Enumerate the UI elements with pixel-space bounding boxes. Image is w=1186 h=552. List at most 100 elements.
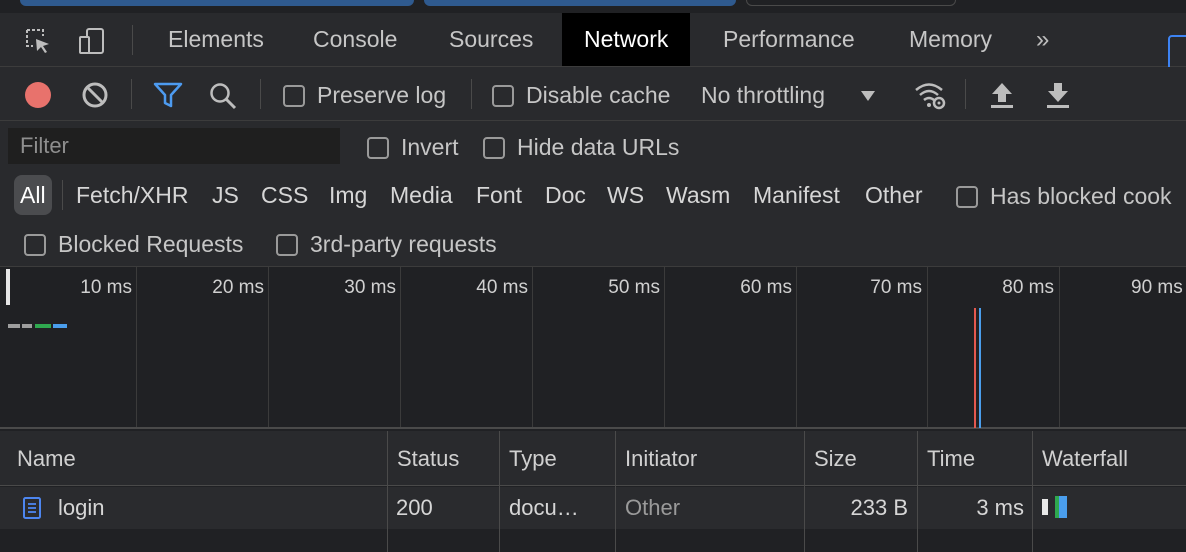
record-button[interactable] xyxy=(25,82,51,108)
disable-cache-checkbox[interactable]: Disable cache xyxy=(492,82,670,109)
checkbox[interactable] xyxy=(24,233,46,256)
table-row[interactable]: login 200 docu… Other 233 B 3 ms xyxy=(0,487,1186,529)
hide-data-urls-checkbox[interactable]: Hide data URLs xyxy=(483,134,679,161)
clear-button[interactable] xyxy=(81,81,109,109)
blocked-requests-label: Blocked Requests xyxy=(58,231,244,257)
more-tabs-button[interactable]: » xyxy=(1036,13,1049,66)
network-toolbar: Preserve log Disable cache No throttling xyxy=(0,67,1186,121)
tab-console[interactable]: Console xyxy=(291,13,419,66)
type-filter-media[interactable]: Media xyxy=(390,175,453,215)
blocked-requests-checkbox[interactable]: Blocked Requests xyxy=(24,231,243,258)
search-button[interactable] xyxy=(208,81,238,111)
tab-elements[interactable]: Elements xyxy=(146,13,286,66)
column-divider[interactable] xyxy=(1032,431,1033,552)
resource-type-filter: All Fetch/XHR JS CSS Img Media Font Doc … xyxy=(0,171,1186,219)
column-header-type[interactable]: Type xyxy=(500,431,557,486)
column-divider[interactable] xyxy=(615,431,616,552)
column-header-size[interactable]: Size xyxy=(805,431,857,486)
browser-tab[interactable] xyxy=(20,0,414,6)
download-icon xyxy=(1047,83,1069,108)
settings-badge-icon[interactable] xyxy=(1168,35,1186,71)
checkbox[interactable] xyxy=(492,84,514,107)
disable-cache-label: Disable cache xyxy=(526,82,671,108)
hide-data-urls-label: Hide data URLs xyxy=(517,134,680,160)
grid-line xyxy=(532,267,533,427)
column-header-waterfall[interactable]: Waterfall xyxy=(1033,431,1128,486)
network-overview-timeline[interactable]: 10 ms 20 ms 30 ms 40 ms 50 ms 60 ms 70 m… xyxy=(0,267,1186,429)
toolbar-separator xyxy=(965,79,966,109)
column-header-time[interactable]: Time xyxy=(918,431,975,486)
tab-sources[interactable]: Sources xyxy=(427,13,555,66)
type-filter-other[interactable]: Other xyxy=(865,175,923,215)
grid-line xyxy=(1059,267,1060,427)
request-bar-download xyxy=(53,324,67,328)
waterfall-bar-queue xyxy=(1042,499,1048,515)
type-filter-wasm[interactable]: Wasm xyxy=(666,175,730,215)
checkbox[interactable] xyxy=(956,185,978,208)
type-filter-manifest[interactable]: Manifest xyxy=(753,175,840,215)
import-har-button[interactable] xyxy=(989,81,1015,109)
type-filter-doc[interactable]: Doc xyxy=(545,175,586,215)
export-har-button[interactable] xyxy=(1045,81,1071,109)
network-conditions-button[interactable] xyxy=(913,79,947,111)
filter-toggle-button[interactable] xyxy=(153,81,183,109)
third-party-requests-checkbox[interactable]: 3rd-party requests xyxy=(276,231,497,258)
chevron-down-icon xyxy=(861,90,876,101)
third-party-requests-label: 3rd-party requests xyxy=(310,231,497,257)
tab-network[interactable]: Network xyxy=(562,13,691,66)
type-filter-img[interactable]: Img xyxy=(329,175,367,215)
request-waterfall-cell xyxy=(1034,487,1186,529)
column-header-status[interactable]: Status xyxy=(388,431,459,486)
checkbox[interactable] xyxy=(276,233,298,256)
tab-memory[interactable]: Memory xyxy=(887,13,1014,66)
type-filter-css[interactable]: CSS xyxy=(261,175,308,215)
type-filter-font[interactable]: Font xyxy=(476,175,522,215)
waterfall-bar-download xyxy=(1059,496,1067,518)
preserve-log-checkbox[interactable]: Preserve log xyxy=(283,82,446,109)
load-event-marker xyxy=(974,308,976,428)
request-name-cell[interactable]: login xyxy=(22,487,382,529)
throttling-select[interactable]: No throttling xyxy=(701,82,877,109)
request-time-cell: 3 ms xyxy=(976,495,1024,520)
device-toolbar-icon[interactable] xyxy=(76,25,108,57)
inspect-element-icon[interactable] xyxy=(22,25,54,57)
request-table: Name Status Type Initiator Size Time Wat… xyxy=(0,431,1186,552)
column-header-name[interactable]: Name xyxy=(8,431,76,486)
grid-line xyxy=(796,267,797,427)
search-icon xyxy=(210,83,237,110)
browser-tab[interactable] xyxy=(424,0,736,6)
overview-left-handle[interactable] xyxy=(6,269,10,305)
toolbar-separator xyxy=(260,79,261,109)
filter-input[interactable] xyxy=(8,128,340,164)
browser-tab-strip xyxy=(0,0,1186,10)
tick-label: 60 ms xyxy=(740,277,792,298)
request-bar-waiting xyxy=(8,324,20,328)
request-status-cell: 200 xyxy=(396,495,433,520)
column-header-initiator[interactable]: Initiator xyxy=(616,431,697,486)
column-divider[interactable] xyxy=(804,431,805,552)
type-filter-all[interactable]: All xyxy=(14,175,52,215)
checkbox[interactable] xyxy=(367,136,389,159)
tick-label: 10 ms xyxy=(80,277,132,298)
type-filter-js[interactable]: JS xyxy=(212,175,239,215)
column-divider[interactable] xyxy=(917,431,918,552)
wifi-settings-icon xyxy=(915,83,946,110)
checkbox[interactable] xyxy=(283,84,305,107)
grid-line xyxy=(927,267,928,427)
checkbox[interactable] xyxy=(483,136,505,159)
throttling-value: No throttling xyxy=(701,82,826,108)
blocked-filter-row: Blocked Requests 3rd-party requests xyxy=(0,219,1186,267)
tick-label: 50 ms xyxy=(608,277,660,298)
type-filter-ws[interactable]: WS xyxy=(607,175,644,215)
invert-checkbox[interactable]: Invert xyxy=(367,134,459,161)
type-separator xyxy=(62,180,63,210)
toolbar-separator xyxy=(471,79,472,109)
has-blocked-cookies-checkbox[interactable]: Has blocked cook xyxy=(956,183,1172,210)
column-divider[interactable] xyxy=(387,431,388,552)
browser-tab[interactable] xyxy=(746,0,956,6)
request-type-cell: docu… xyxy=(509,495,579,520)
tab-performance[interactable]: Performance xyxy=(701,13,877,66)
dom-content-loaded-marker xyxy=(979,308,981,428)
column-divider[interactable] xyxy=(499,431,500,552)
type-filter-fetch-xhr[interactable]: Fetch/XHR xyxy=(76,175,188,215)
